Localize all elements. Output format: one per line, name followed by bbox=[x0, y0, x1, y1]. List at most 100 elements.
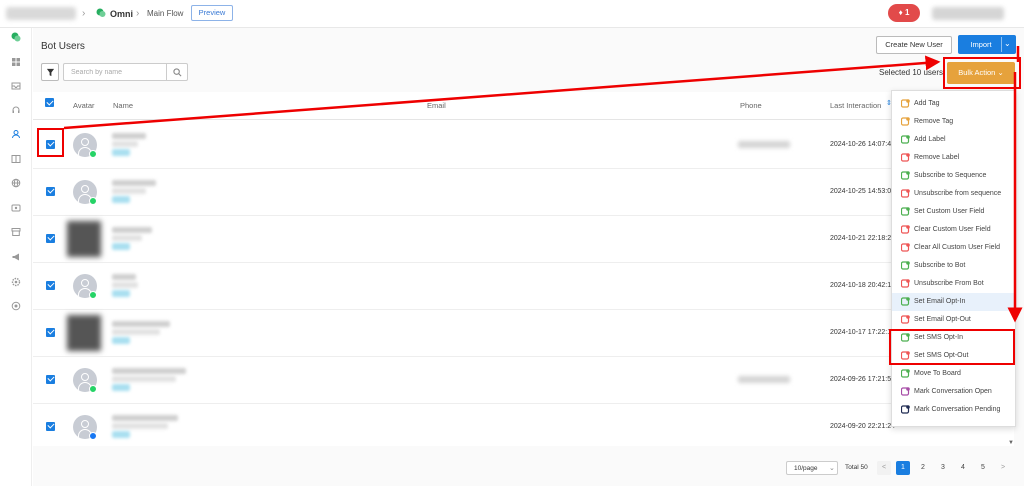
user-tag bbox=[112, 148, 130, 156]
bulk-menu-item[interactable]: Unsubscribe From Bot bbox=[892, 275, 1015, 293]
search-input[interactable] bbox=[63, 63, 167, 81]
row-checkbox[interactable] bbox=[46, 374, 55, 384]
media-icon[interactable] bbox=[11, 203, 21, 213]
user-name[interactable] bbox=[112, 367, 186, 374]
breadcrumb-workspace[interactable]: Omni bbox=[110, 9, 133, 19]
page-size-select[interactable]: 10/page ⌄ bbox=[786, 461, 838, 475]
filter-icon bbox=[46, 68, 55, 77]
bot-unsubscribe-icon bbox=[900, 279, 910, 288]
bulk-menu-item[interactable]: Remove Label bbox=[892, 149, 1015, 167]
page-button-4[interactable]: 4 bbox=[956, 461, 970, 475]
next-page-button[interactable]: > bbox=[996, 461, 1010, 475]
phone-value bbox=[738, 375, 790, 383]
bulk-menu-item[interactable]: Unsubscribe from sequence bbox=[892, 185, 1015, 203]
last-interaction: 2024-10-21 22:18:27 bbox=[830, 234, 895, 242]
page-button-3[interactable]: 3 bbox=[936, 461, 950, 475]
bulk-menu-item[interactable]: Remove Tag bbox=[892, 113, 1015, 131]
user-tag bbox=[112, 336, 130, 344]
sidebar bbox=[0, 28, 32, 486]
bulk-menu-item[interactable]: Add Tag bbox=[892, 95, 1015, 113]
last-interaction: 2024-10-18 20:42:18 bbox=[830, 281, 895, 289]
bulk-menu-item[interactable]: Add Label bbox=[892, 131, 1015, 149]
archive-icon[interactable] bbox=[11, 227, 21, 237]
workspace-switcher[interactable] bbox=[6, 7, 76, 20]
avatar bbox=[67, 314, 101, 351]
filter-button[interactable] bbox=[41, 63, 59, 81]
conversation-open-icon bbox=[900, 387, 910, 396]
board-icon[interactable] bbox=[11, 154, 21, 164]
whatsapp-icon bbox=[89, 384, 97, 393]
bulk-menu-item[interactable]: Clear All Custom User Field bbox=[892, 239, 1015, 257]
bulk-menu-item[interactable]: Mark Conversation Open bbox=[892, 383, 1015, 401]
row-checkbox[interactable] bbox=[46, 421, 55, 431]
email-optin-icon bbox=[900, 297, 910, 306]
user-menu[interactable] bbox=[932, 7, 1004, 20]
bulk-menu-item-label: Set Email Opt-Out bbox=[914, 316, 971, 323]
dashboard-icon[interactable] bbox=[11, 57, 21, 67]
bulk-menu-item[interactable]: Subscribe to Bot bbox=[892, 257, 1015, 275]
help-icon[interactable] bbox=[11, 301, 21, 311]
bulk-menu-item-label: Remove Tag bbox=[914, 118, 954, 125]
page-button-2[interactable]: 2 bbox=[916, 461, 930, 475]
user-subtitle bbox=[112, 234, 142, 241]
breadcrumb-flow[interactable]: Main Flow bbox=[147, 9, 183, 18]
chat-bubble-icon bbox=[96, 8, 106, 18]
row-checkbox[interactable] bbox=[46, 280, 55, 290]
row-checkbox[interactable] bbox=[46, 233, 55, 243]
preview-button[interactable]: Preview bbox=[191, 5, 233, 21]
bulk-menu-item[interactable]: Set Email Opt-In bbox=[892, 293, 1015, 311]
search-icon bbox=[173, 68, 182, 77]
user-name[interactable] bbox=[112, 226, 152, 233]
last-interaction: 2024-10-17 17:22:1 bbox=[830, 328, 892, 336]
scroll-down-icon[interactable]: ▼ bbox=[1008, 440, 1014, 446]
megaphone-icon[interactable] bbox=[11, 252, 21, 262]
bell-icon: ♦ bbox=[898, 8, 903, 17]
user-name[interactable] bbox=[112, 320, 170, 327]
bulk-menu-item[interactable]: Clear Custom User Field bbox=[892, 221, 1015, 239]
alert-badge[interactable]: ♦ 1 bbox=[888, 4, 920, 22]
bulk-menu-item-label: Unsubscribe from sequence bbox=[914, 190, 1002, 197]
user-tag bbox=[112, 383, 130, 391]
chat-logo-icon[interactable] bbox=[11, 32, 21, 42]
globe-icon[interactable] bbox=[11, 178, 21, 188]
sequence-subscribe-icon bbox=[900, 171, 910, 180]
page-button-5[interactable]: 5 bbox=[976, 461, 990, 475]
select-all-checkbox[interactable] bbox=[45, 98, 54, 107]
annotation-box-bulk-action bbox=[943, 57, 1021, 89]
bulk-menu-item-label: Set Email Opt-In bbox=[914, 298, 966, 305]
bulk-menu-item[interactable]: Move To Board bbox=[892, 365, 1015, 383]
column-header-name[interactable]: Name bbox=[113, 101, 133, 110]
user-name[interactable] bbox=[112, 414, 178, 421]
user-tag bbox=[112, 430, 130, 438]
user-subtitle bbox=[112, 375, 176, 382]
inbox-icon[interactable] bbox=[11, 81, 21, 91]
column-header-phone[interactable]: Phone bbox=[740, 101, 762, 110]
row-checkbox[interactable] bbox=[46, 327, 55, 337]
settings-icon[interactable] bbox=[11, 277, 21, 287]
bulk-menu-item[interactable]: Set Custom User Field bbox=[892, 203, 1015, 221]
phone-value bbox=[738, 140, 790, 148]
bulk-menu-item[interactable]: Mark Conversation Pending bbox=[892, 401, 1015, 419]
import-button[interactable]: Import ⌄ bbox=[958, 35, 1016, 54]
user-subtitle bbox=[112, 328, 160, 335]
users-icon[interactable] bbox=[11, 129, 21, 139]
chevron-down-icon[interactable]: ⌄ bbox=[1004, 39, 1011, 48]
field-clear-icon bbox=[900, 225, 910, 234]
user-name[interactable] bbox=[112, 273, 136, 280]
create-user-button[interactable]: Create New User bbox=[876, 36, 952, 54]
prev-page-button[interactable]: < bbox=[877, 461, 891, 475]
bulk-menu-item[interactable]: Subscribe to Sequence bbox=[892, 167, 1015, 185]
headset-icon[interactable] bbox=[11, 105, 21, 115]
user-subtitle bbox=[112, 140, 138, 147]
search-button[interactable] bbox=[167, 63, 188, 81]
column-header-email[interactable]: Email bbox=[427, 101, 446, 110]
selected-count: Selected 10 users bbox=[879, 68, 944, 77]
column-header-last-interaction[interactable]: Last Interaction bbox=[830, 101, 881, 110]
user-name[interactable] bbox=[112, 132, 146, 139]
bulk-menu-item[interactable]: Set Email Opt-Out bbox=[892, 311, 1015, 329]
annotation-box-sms-options bbox=[889, 329, 1015, 365]
messenger-icon bbox=[89, 431, 97, 440]
user-name[interactable] bbox=[112, 179, 156, 186]
row-checkbox[interactable] bbox=[46, 186, 55, 196]
page-button-1[interactable]: 1 bbox=[896, 461, 910, 475]
